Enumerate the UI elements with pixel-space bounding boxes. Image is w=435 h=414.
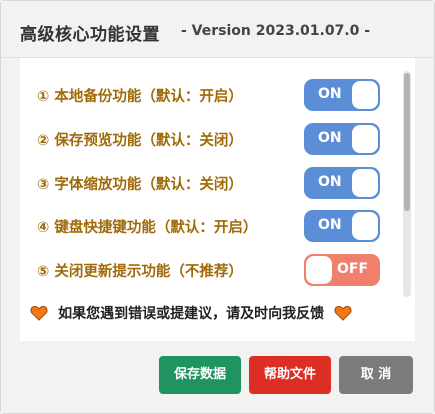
- option-row-keyboard-shortcuts: ④ 键盘快捷键功能（默认：开启） ON: [20, 208, 390, 244]
- option-label-save-preview: ② 保存预览功能（默认：关闭）: [37, 133, 243, 149]
- option-row-local-backup: ① 本地备份功能（默认：开启） ON: [20, 77, 390, 113]
- toggle-keyboard-shortcuts[interactable]: ON: [304, 210, 380, 242]
- scrollbar-thumb[interactable]: [404, 73, 410, 211]
- toggle-update-prompt[interactable]: OFF: [304, 254, 380, 286]
- dialog-header: 高级核心功能设置 - Version 2023.01.07.0 -: [1, 1, 434, 58]
- option-label-local-backup: ① 本地备份功能（默认：开启）: [37, 89, 243, 105]
- help-file-button[interactable]: 帮助文件: [249, 356, 331, 394]
- toggle-save-preview[interactable]: ON: [304, 123, 380, 155]
- dialog-title: 高级核心功能设置: [20, 25, 160, 45]
- feedback-text: 如果您遇到错误或提建议，请及时向我反馈: [58, 305, 325, 322]
- cancel-button[interactable]: 取 消: [339, 356, 413, 394]
- option-row-font-zoom: ③ 字体缩放功能（默认：关闭） ON: [20, 165, 390, 201]
- heart-icon: [334, 304, 352, 322]
- options-panel: ① 本地备份功能（默认：开启） ON ② 保存预览功能（默认：关闭） ON ③ …: [20, 58, 415, 341]
- option-row-save-preview: ② 保存预览功能（默认：关闭） ON: [20, 121, 390, 157]
- toggle-knob: [352, 212, 378, 240]
- toggle-knob: [352, 125, 378, 153]
- feedback-note: 如果您遇到错误或提建议，请及时向我反馈: [30, 302, 390, 326]
- options-scrollbar[interactable]: [403, 71, 411, 297]
- version-label: - Version 2023.01.07.0 -: [181, 23, 371, 39]
- toggle-state-text: OFF: [337, 261, 369, 277]
- toggle-state-text: ON: [318, 86, 342, 102]
- toggle-knob: [306, 256, 332, 284]
- option-label-update-prompt: ⑤ 关闭更新提示功能（不推荐）: [37, 264, 243, 280]
- toggle-local-backup[interactable]: ON: [304, 79, 380, 111]
- heart-icon: [30, 304, 48, 322]
- toggle-font-zoom[interactable]: ON: [304, 167, 380, 199]
- settings-dialog: 高级核心功能设置 - Version 2023.01.07.0 - ① 本地备份…: [0, 0, 435, 414]
- toggle-knob: [352, 169, 378, 197]
- toggle-state-text: ON: [318, 217, 342, 233]
- option-label-font-zoom: ③ 字体缩放功能（默认：关闭）: [37, 177, 243, 193]
- dialog-footer: 保存数据 帮助文件 取 消: [1, 342, 434, 413]
- toggle-knob: [352, 81, 378, 109]
- toggle-state-text: ON: [318, 174, 342, 190]
- option-row-update-prompt: ⑤ 关闭更新提示功能（不推荐） OFF: [20, 252, 390, 288]
- toggle-state-text: ON: [318, 130, 342, 146]
- save-data-button[interactable]: 保存数据: [159, 356, 241, 394]
- option-label-keyboard-shortcuts: ④ 键盘快捷键功能（默认：开启）: [37, 220, 258, 236]
